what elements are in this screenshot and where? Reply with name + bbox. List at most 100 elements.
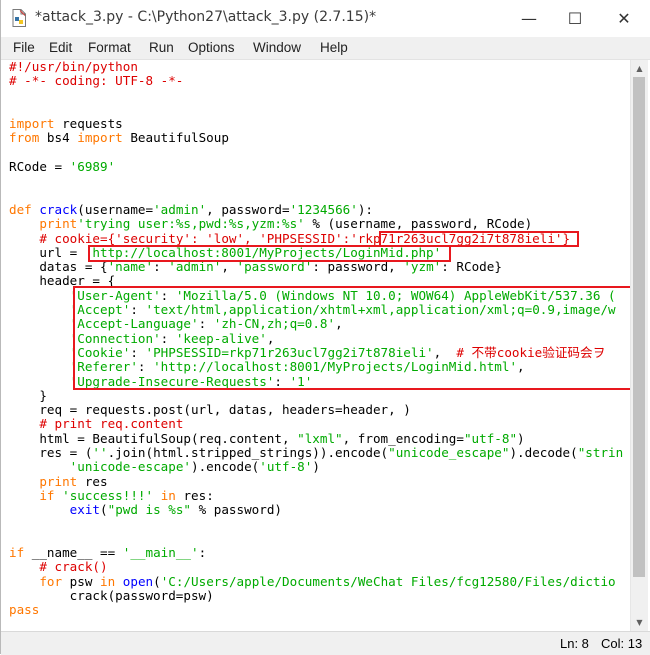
code-line[interactable]: import requests xyxy=(9,117,629,131)
menu-format[interactable]: Format xyxy=(88,40,131,55)
code-token: % password) xyxy=(191,502,283,518)
menu-edit[interactable]: Edit xyxy=(49,40,72,55)
code-line[interactable]: if 'success!!!' in res: xyxy=(9,487,629,503)
code-token: "pwd is %s" xyxy=(107,502,192,518)
code-token: RCode = xyxy=(9,159,70,175)
code-token: bs4 xyxy=(39,130,78,146)
code-token: (username= xyxy=(77,201,154,217)
code-line[interactable]: pass xyxy=(9,603,629,617)
code-line[interactable] xyxy=(9,174,629,188)
code-line[interactable]: } xyxy=(9,388,629,403)
code-line[interactable]: datas = {'name': 'admin', 'password': pa… xyxy=(9,260,629,274)
code-token: ) xyxy=(517,430,525,446)
python-file-icon xyxy=(12,9,26,27)
code-token: res: xyxy=(175,487,214,503)
idle-editor-window: *attack_3.py - C:\Python27\attack_3.py (… xyxy=(0,0,650,655)
menu-bar: File Edit Format Run Options Window Help xyxy=(1,37,650,60)
code-token: '__main__' xyxy=(122,545,199,561)
minimize-icon: — xyxy=(521,9,537,28)
code-line[interactable]: if __name__ == '__main__': xyxy=(9,545,629,561)
code-line[interactable] xyxy=(9,518,629,532)
code-line[interactable]: # print req.content xyxy=(9,417,629,431)
code-token: % (username, password, RCode) xyxy=(304,216,533,232)
code-token: '1234566' xyxy=(289,201,358,217)
code-token: in xyxy=(160,487,176,503)
code-token: 'C:/Users/apple/Documents/WeChat Files/f… xyxy=(160,573,616,589)
code-token: import xyxy=(77,130,123,146)
menu-run[interactable]: Run xyxy=(149,40,174,55)
code-line[interactable]: print'trying user:%s,pwd:%s,yzm:%s' % (u… xyxy=(9,217,629,231)
code-line[interactable] xyxy=(9,103,629,117)
minimize-button[interactable]: — xyxy=(506,0,552,37)
code-token: '' xyxy=(92,445,108,461)
code-line[interactable]: for psw in open('C:/Users/apple/Document… xyxy=(9,573,629,589)
code-token: ).decode( xyxy=(509,445,578,461)
code-line[interactable]: print res xyxy=(9,473,629,489)
menu-help[interactable]: Help xyxy=(320,40,348,55)
code-line[interactable]: from bs4 import BeautifulSoup xyxy=(9,131,629,145)
menu-options[interactable]: Options xyxy=(188,40,235,55)
code-token: pass xyxy=(9,602,40,618)
vertical-scrollbar[interactable]: ▲ ▼ xyxy=(630,60,648,631)
title-bar[interactable]: *attack_3.py - C:\Python27\attack_3.py (… xyxy=(1,0,650,37)
code-line[interactable] xyxy=(9,89,629,103)
code-token: '6989' xyxy=(69,159,116,175)
code-line[interactable]: req = requests.post(url, datas, headers=… xyxy=(9,402,629,417)
scroll-down-arrow-icon[interactable]: ▼ xyxy=(631,614,648,631)
code-token: from xyxy=(9,130,40,146)
code-token: url = xyxy=(9,244,85,260)
code-line[interactable] xyxy=(9,189,629,203)
code-token: print xyxy=(39,473,78,489)
close-icon: ✕ xyxy=(617,9,631,28)
code-line[interactable]: 'unicode-escape').encode('utf-8') xyxy=(9,460,629,474)
maximize-button[interactable]: ☐ xyxy=(552,0,598,37)
code-token: exit xyxy=(69,502,101,518)
code-token: , from_encoding= xyxy=(342,430,464,446)
code-token: "unicode_escape" xyxy=(388,445,510,461)
scroll-thumb[interactable] xyxy=(633,77,645,577)
code-line[interactable]: # crack() xyxy=(9,560,629,574)
code-token: ): xyxy=(357,201,373,217)
code-line[interactable] xyxy=(9,146,629,160)
code-line[interactable]: exit("pwd is %s" % password) xyxy=(9,503,629,517)
code-token: if xyxy=(39,487,55,503)
code-line[interactable]: res = (''.join(html.stripped_strings)).e… xyxy=(9,445,629,461)
code-token: requests xyxy=(54,116,123,132)
maximize-icon: ☐ xyxy=(567,9,583,28)
code-token: "strin xyxy=(577,445,624,461)
scroll-up-arrow-icon[interactable]: ▲ xyxy=(631,60,648,77)
code-line[interactable]: RCode = '6989' xyxy=(9,159,629,175)
code-token: 'trying user:%s,pwd:%s,yzm:%s' xyxy=(77,216,305,232)
code-line[interactable]: def crack(username='admin', password='12… xyxy=(9,201,629,217)
code-line[interactable] xyxy=(9,532,629,546)
code-token: ( xyxy=(153,573,161,589)
code-token: 'utf-8' xyxy=(259,459,313,475)
code-token: print xyxy=(39,216,78,232)
window-title: *attack_3.py - C:\Python27\attack_3.py (… xyxy=(35,9,377,25)
code-line[interactable]: # -*- coding: UTF-8 -*- xyxy=(9,74,629,88)
code-line[interactable]: #!/usr/bin/python xyxy=(9,60,629,74)
menu-window[interactable]: Window xyxy=(253,40,301,55)
code-token: psw xyxy=(62,573,101,589)
code-token: def xyxy=(9,201,32,217)
code-token: ( xyxy=(100,502,108,518)
close-button[interactable]: ✕ xyxy=(601,0,647,37)
menu-file[interactable]: File xyxy=(13,40,35,55)
code-token: #!/usr/bin/python xyxy=(9,60,138,74)
status-column: Col: 13 xyxy=(601,636,643,651)
code-line[interactable]: html = BeautifulSoup(req.content, "lxml"… xyxy=(9,430,629,446)
code-line[interactable]: crack(password=psw) xyxy=(9,588,629,603)
